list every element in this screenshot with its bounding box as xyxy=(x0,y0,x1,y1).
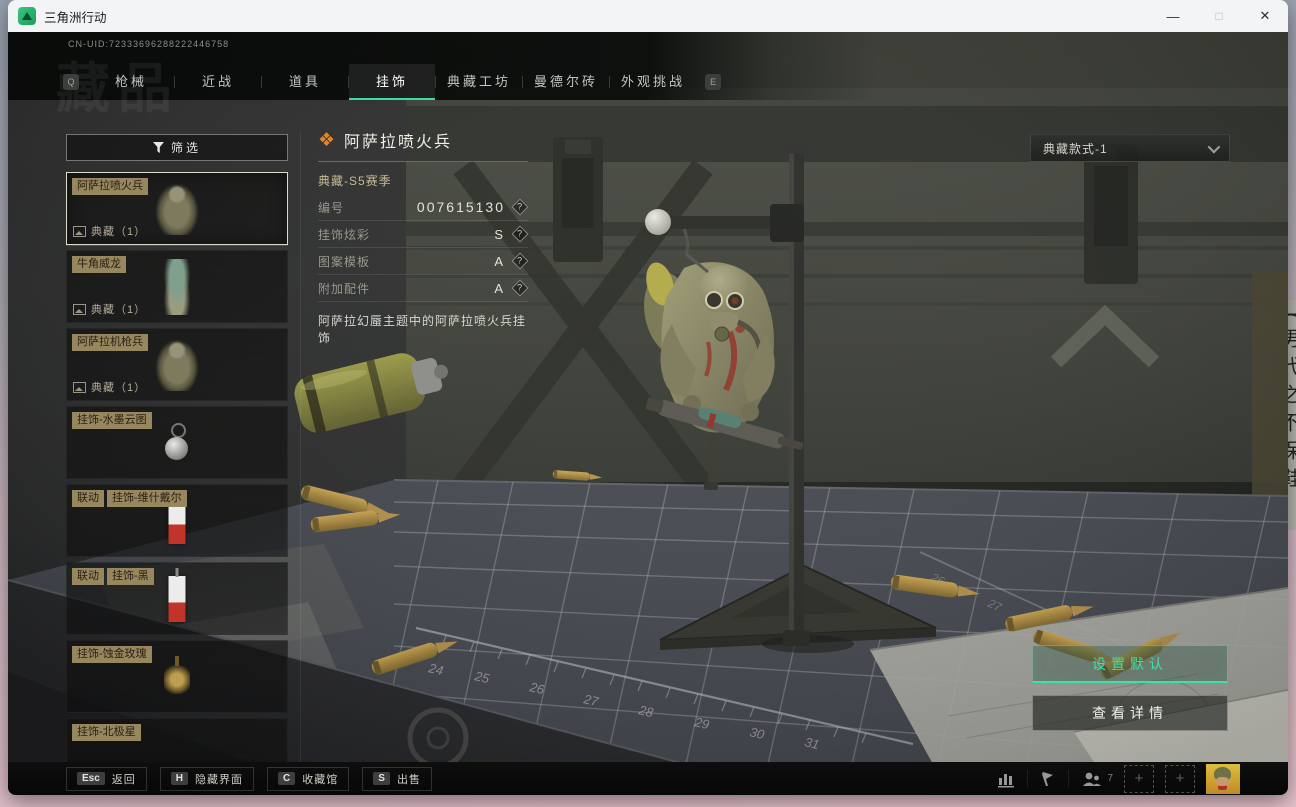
app-logo-icon xyxy=(18,7,36,25)
collection-icon xyxy=(73,303,86,315)
collab-chip: 联动 xyxy=(72,490,104,507)
tab-items[interactable]: 道具 xyxy=(262,64,348,100)
item-name-chip: 挂饰-北极星 xyxy=(72,724,141,741)
tab-appearance-challenge[interactable]: 外观挑战 xyxy=(610,64,696,100)
item-name-chip: 挂饰-水墨云图 xyxy=(72,412,152,429)
tab-next-key-icon: E xyxy=(705,74,721,90)
app-window: 三角洲行动 — □ ✕ CN-UID:72333696288222446758 … xyxy=(8,0,1288,795)
filter-icon xyxy=(152,142,164,153)
window-title: 三角洲行动 xyxy=(44,10,107,25)
pendant-detail-panel: ❖ 阿萨拉喷火兵 典藏-S5赛季 编号 007615130 ? 挂饰炫彩 S ? xyxy=(318,128,529,346)
pendant-description: 阿萨拉幻蜃主题中的阿萨拉喷火兵挂饰 xyxy=(318,314,527,345)
pendant-ornament-icon: ❖ xyxy=(318,129,336,151)
tab-melee[interactable]: 近战 xyxy=(175,64,261,100)
icon-separator xyxy=(1068,769,1070,788)
list-item-horned-dragon[interactable]: 牛角威龙 典藏（1） xyxy=(66,250,288,323)
detail-row-colorway: 挂饰炫彩 S ? xyxy=(318,221,529,248)
category-tabs: Q 枪械 近战 道具 挂饰 典藏工坊 曼德尔砖 外观挑战 E xyxy=(54,64,730,100)
maximize-button[interactable]: □ xyxy=(1196,0,1242,32)
help-icon[interactable]: ? xyxy=(511,198,529,216)
tab-mandel-brick[interactable]: 曼德尔砖 xyxy=(523,64,609,100)
title-bar: 三角洲行动 — □ ✕ xyxy=(8,0,1288,32)
list-item-etched-gold-rose[interactable]: 挂饰-蚀金玫瑰 xyxy=(66,640,288,713)
style-dropdown[interactable]: 典藏款式-1 xyxy=(1030,134,1230,162)
chevron-down-icon xyxy=(1207,140,1221,153)
game-viewport: 24 25 26 27 28 29 30 31 26 27 28 29 30 xyxy=(8,32,1288,795)
season-label: 典藏-S5赛季 xyxy=(318,174,392,188)
style-dropdown-value: 典藏款式-1 xyxy=(1043,141,1108,156)
detail-row-accessory: 附加配件 A ? xyxy=(318,275,529,302)
list-item-wisadel[interactable]: 联动 挂饰-维什戴尔 xyxy=(66,484,288,557)
filter-label: 筛选 xyxy=(170,141,201,155)
list-item-asala-gunner[interactable]: 阿萨拉机枪兵 典藏（1） xyxy=(66,328,288,401)
wallpaper-text-sliver: 【男代之不保鞋 xyxy=(1288,300,1296,530)
stats-icon[interactable] xyxy=(996,770,1016,788)
bottom-bar: Esc 返回 H 隐藏界面 C 收藏馆 S 出售 7 + + xyxy=(8,762,1288,795)
s-key-icon: S xyxy=(373,772,390,785)
list-item-black[interactable]: 联动 挂饰-黑 xyxy=(66,562,288,635)
help-icon[interactable]: ? xyxy=(511,279,529,297)
icon-separator xyxy=(1027,769,1029,788)
list-item-polaris[interactable]: 挂饰-北极星 xyxy=(66,718,288,762)
item-name-chip: 牛角威龙 xyxy=(72,256,126,273)
tab-pendants[interactable]: 挂饰 xyxy=(349,64,435,100)
item-name-chip: 挂饰-维什戴尔 xyxy=(107,490,187,507)
item-name-chip: 挂饰-蚀金玫瑰 xyxy=(72,646,152,663)
pendant-thumbnail xyxy=(164,655,190,694)
avatar-emote[interactable] xyxy=(1206,763,1240,794)
esc-key-icon: Esc xyxy=(77,772,105,785)
detail-divider xyxy=(318,161,528,162)
c-key-icon: C xyxy=(278,772,296,785)
collection-icon xyxy=(73,225,86,237)
item-name-chip: 阿萨拉机枪兵 xyxy=(72,334,148,351)
collection-badge: 典藏（1） xyxy=(73,301,146,317)
hint-sell[interactable]: S 出售 xyxy=(362,766,432,791)
minimize-button[interactable]: — xyxy=(1150,0,1196,32)
detail-row-serial: 编号 007615130 ? xyxy=(318,194,529,221)
help-icon[interactable]: ? xyxy=(511,252,529,270)
set-default-button[interactable]: 设置默认 xyxy=(1032,645,1228,683)
tab-prev-key-icon: Q xyxy=(63,74,79,90)
collection-badge: 典藏（1） xyxy=(73,223,146,239)
help-icon[interactable]: ? xyxy=(511,225,529,243)
filter-button[interactable]: 筛选 xyxy=(66,134,288,161)
pendant-thumbnail xyxy=(164,422,190,463)
hint-hide-ui[interactable]: H 隐藏界面 xyxy=(159,766,255,791)
pendant-title: 阿萨拉喷火兵 xyxy=(344,134,453,151)
close-button[interactable]: ✕ xyxy=(1242,0,1288,32)
flag-icon[interactable] xyxy=(1039,770,1057,788)
item-name-chip: 挂饰-黑 xyxy=(107,568,154,585)
pendant-thumbnail xyxy=(155,338,199,391)
detail-row-pattern: 图案模板 A ? xyxy=(318,248,529,275)
collection-badge: 典藏（1） xyxy=(73,379,146,395)
pendant-list-sidebar: 筛选 阿萨拉喷火兵 典藏（1） 牛角威龙 典藏（1） 阿萨拉机枪兵 典藏（1） … xyxy=(66,134,288,762)
tab-collection-workshop[interactable]: 典藏工坊 xyxy=(436,64,522,100)
hint-return[interactable]: Esc 返回 xyxy=(66,766,147,791)
pendant-list: 阿萨拉喷火兵 典藏（1） 牛角威龙 典藏（1） 阿萨拉机枪兵 典藏（1） 挂饰-… xyxy=(66,172,288,762)
list-item-ink-cloud[interactable]: 挂饰-水墨云图 xyxy=(66,406,288,479)
hint-gallery[interactable]: C 收藏馆 xyxy=(267,766,350,791)
friends-count: 7 xyxy=(1107,773,1113,784)
empty-slot-button[interactable]: + xyxy=(1124,764,1154,793)
tab-weapons[interactable]: 枪械 xyxy=(88,64,174,100)
view-details-button[interactable]: 查看详情 xyxy=(1032,695,1228,731)
empty-slot-button[interactable]: + xyxy=(1165,764,1195,793)
friends-icon[interactable]: 7 xyxy=(1080,770,1113,788)
h-key-icon: H xyxy=(170,772,189,785)
collection-icon xyxy=(73,381,86,393)
pendant-thumbnail xyxy=(168,567,186,622)
sidebar-divider xyxy=(300,132,301,762)
pendant-thumbnail xyxy=(155,182,199,235)
item-name-chip: 阿萨拉喷火兵 xyxy=(72,178,148,195)
collab-chip: 联动 xyxy=(72,568,104,585)
list-item-asala-flamethrower[interactable]: 阿萨拉喷火兵 典藏（1） xyxy=(66,172,288,245)
pendant-thumbnail xyxy=(160,258,194,315)
